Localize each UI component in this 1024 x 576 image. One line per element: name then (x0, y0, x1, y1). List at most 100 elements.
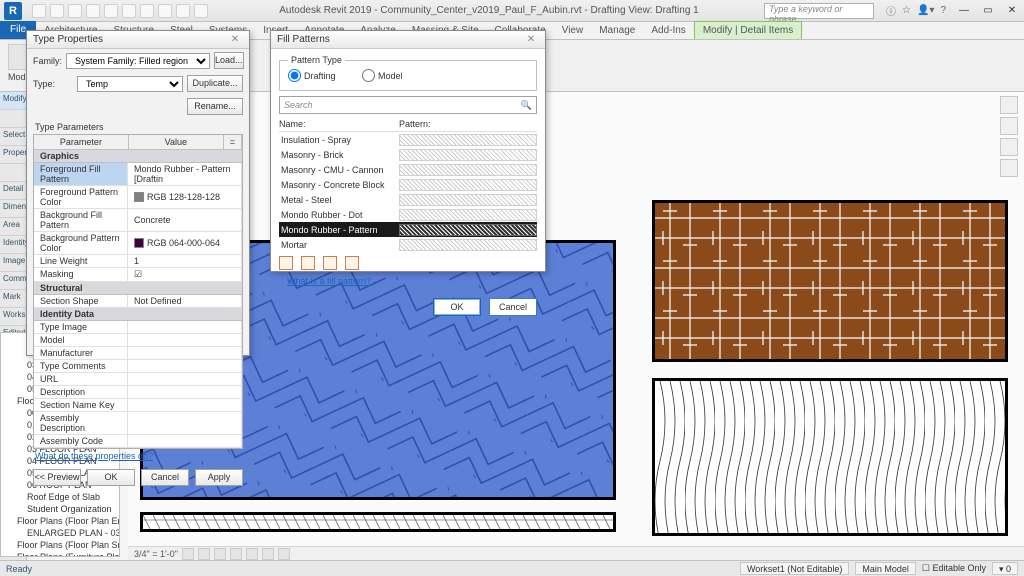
cancel-button[interactable]: Cancel (141, 469, 189, 486)
help-search-input[interactable]: Type a keyword or phrase (764, 3, 874, 19)
view-control-bar[interactable]: 3/4" = 1'-0" (128, 546, 1024, 560)
palette-tab[interactable] (0, 164, 26, 182)
palette-tab[interactable]: Area (0, 218, 26, 236)
drawing-canvas[interactable] (128, 92, 1024, 558)
tree-node[interactable]: Floor Plans (Floor Plan Enlarged) (3, 515, 117, 527)
help-link[interactable]: What is a fill pattern? (279, 274, 537, 288)
category-identity[interactable]: Identity Data (34, 308, 242, 321)
param-row[interactable]: Manufacturer (34, 347, 242, 360)
help-icon[interactable]: ? (940, 5, 946, 16)
tree-node[interactable]: Floor Plans (Floor Plan Small) (3, 539, 117, 551)
crop-region-icon[interactable] (262, 548, 274, 560)
rename-button[interactable]: Rename... (187, 98, 243, 115)
filled-region-swatch[interactable] (652, 200, 1008, 362)
close-icon[interactable]: ✕ (523, 34, 539, 45)
palette-tab[interactable]: Modify (0, 92, 26, 110)
ribbon-tab[interactable]: View (554, 22, 592, 39)
dialog-titlebar[interactable]: Fill Patterns ✕ (271, 31, 545, 49)
apply-button[interactable]: Apply (195, 469, 243, 486)
hide-icon[interactable] (278, 548, 290, 560)
close-icon[interactable]: ✕ (227, 34, 243, 45)
palette-tab[interactable]: Detail Item (0, 182, 26, 200)
filter-icon[interactable]: ▾ 0 (992, 562, 1018, 575)
duplicate-pattern-icon[interactable] (345, 256, 359, 270)
param-row[interactable]: Masking☑ (34, 268, 242, 282)
param-row[interactable]: Description (34, 386, 242, 399)
parameters-grid[interactable]: Parameter Value = Graphics Foreground Fi… (33, 134, 243, 449)
new-pattern-icon[interactable] (279, 256, 293, 270)
editable-only-checkbox[interactable]: ☐ Editable Only (922, 563, 986, 574)
param-row[interactable]: Assembly Description (34, 412, 242, 435)
pattern-row[interactable]: Mondo Rubber - Dot (279, 207, 537, 222)
view-cube-controls[interactable] (1000, 96, 1020, 216)
minimize-button[interactable]: — (952, 0, 976, 22)
param-row[interactable]: Section ShapeNot Defined (34, 295, 242, 308)
param-row[interactable]: Line Weight1 (34, 255, 242, 268)
pattern-search-input[interactable]: Search🔍 (279, 96, 537, 114)
param-row[interactable]: Type Comments (34, 360, 242, 373)
pattern-row[interactable]: Insulation - Spray (279, 132, 537, 147)
ribbon-tab[interactable]: Manage (591, 22, 643, 39)
pattern-row[interactable]: Mortar (279, 237, 537, 252)
close-button[interactable]: ✕ (1000, 0, 1024, 22)
info-icon[interactable]: ⓘ (886, 3, 896, 18)
cancel-button[interactable]: Cancel (489, 298, 537, 316)
tree-node[interactable]: Roof Edge of Slab (3, 491, 117, 503)
view-scale[interactable]: 3/4" = 1'-0" (134, 549, 178, 559)
nav-icon[interactable] (1000, 117, 1018, 135)
quick-access-toolbar[interactable] (26, 4, 214, 18)
pattern-row[interactable]: Masonry - Brick (279, 147, 537, 162)
type-select[interactable]: Temp (77, 76, 183, 92)
window-controls[interactable]: — ▭ ✕ (952, 0, 1024, 22)
palette-tab[interactable]: Workset (0, 308, 26, 326)
palette-tab[interactable] (0, 110, 26, 128)
detail-level-icon[interactable] (182, 548, 194, 560)
pattern-row[interactable]: Metal - Steel (279, 192, 537, 207)
user-icon[interactable]: 👤▾ (917, 5, 934, 16)
tree-node[interactable]: Student Organization (3, 503, 117, 515)
visual-style-icon[interactable] (198, 548, 210, 560)
model-radio[interactable]: Model (362, 69, 403, 82)
edit-pattern-icon[interactable] (301, 256, 315, 270)
maximize-button[interactable]: ▭ (976, 0, 1000, 22)
tree-node[interactable]: Floor Plans (Furniture Plan) (3, 551, 117, 557)
filled-region-swatch[interactable] (140, 512, 616, 532)
home-icon[interactable] (1000, 96, 1018, 114)
palette-tab[interactable]: Comments (0, 272, 26, 290)
param-row[interactable]: Model (34, 334, 242, 347)
dialog-titlebar[interactable]: Type Properties ✕ (27, 31, 249, 49)
account-icons[interactable]: ⓘ ☆ 👤▾ ? (880, 3, 952, 18)
search-icon[interactable]: 🔍 (521, 100, 532, 111)
pattern-list[interactable]: Insulation - SprayMasonry - BrickMasonry… (279, 132, 537, 252)
sun-path-icon[interactable] (214, 548, 226, 560)
delete-pattern-icon[interactable] (323, 256, 337, 270)
pattern-row[interactable]: Masonry - CMU - Cannon (279, 162, 537, 177)
drafting-radio[interactable]: Drafting (288, 69, 336, 82)
crop-icon[interactable] (246, 548, 258, 560)
pattern-row[interactable]: Mondo Rubber - Pattern (279, 222, 537, 237)
help-link[interactable]: What do these properties do? (27, 449, 249, 463)
ok-button[interactable]: OK (87, 469, 135, 486)
palette-tab[interactable]: Mark (0, 290, 26, 308)
family-select[interactable]: System Family: Filled region (66, 53, 210, 69)
load-button[interactable]: Load... (214, 52, 244, 69)
nav-icon[interactable] (1000, 159, 1018, 177)
category-structural[interactable]: Structural (34, 282, 242, 295)
star-icon[interactable]: ☆ (902, 5, 911, 16)
pattern-toolbar[interactable] (279, 252, 537, 274)
nav-icon[interactable] (1000, 138, 1018, 156)
pattern-row[interactable]: Masonry - Concrete Block (279, 177, 537, 192)
palette-tab[interactable]: Identity (0, 236, 26, 254)
palette-tab[interactable]: Image (0, 254, 26, 272)
param-row[interactable]: Assembly Code (34, 435, 242, 448)
preview-button[interactable]: << Preview (33, 469, 81, 486)
palette-tab[interactable]: Properties (0, 146, 26, 164)
ribbon-tab[interactable]: Modify | Detail Items (694, 21, 802, 39)
param-row[interactable]: Foreground Fill PatternMondo Rubber - Pa… (34, 163, 242, 186)
param-row[interactable]: Foreground Pattern ColorRGB 128-128-128 (34, 186, 242, 209)
param-row[interactable]: Section Name Key (34, 399, 242, 412)
filled-region-swatch[interactable] (652, 378, 1008, 536)
duplicate-button[interactable]: Duplicate... (187, 75, 243, 92)
param-row[interactable]: Background Fill PatternConcrete (34, 209, 242, 232)
category-graphics[interactable]: Graphics (34, 150, 242, 163)
